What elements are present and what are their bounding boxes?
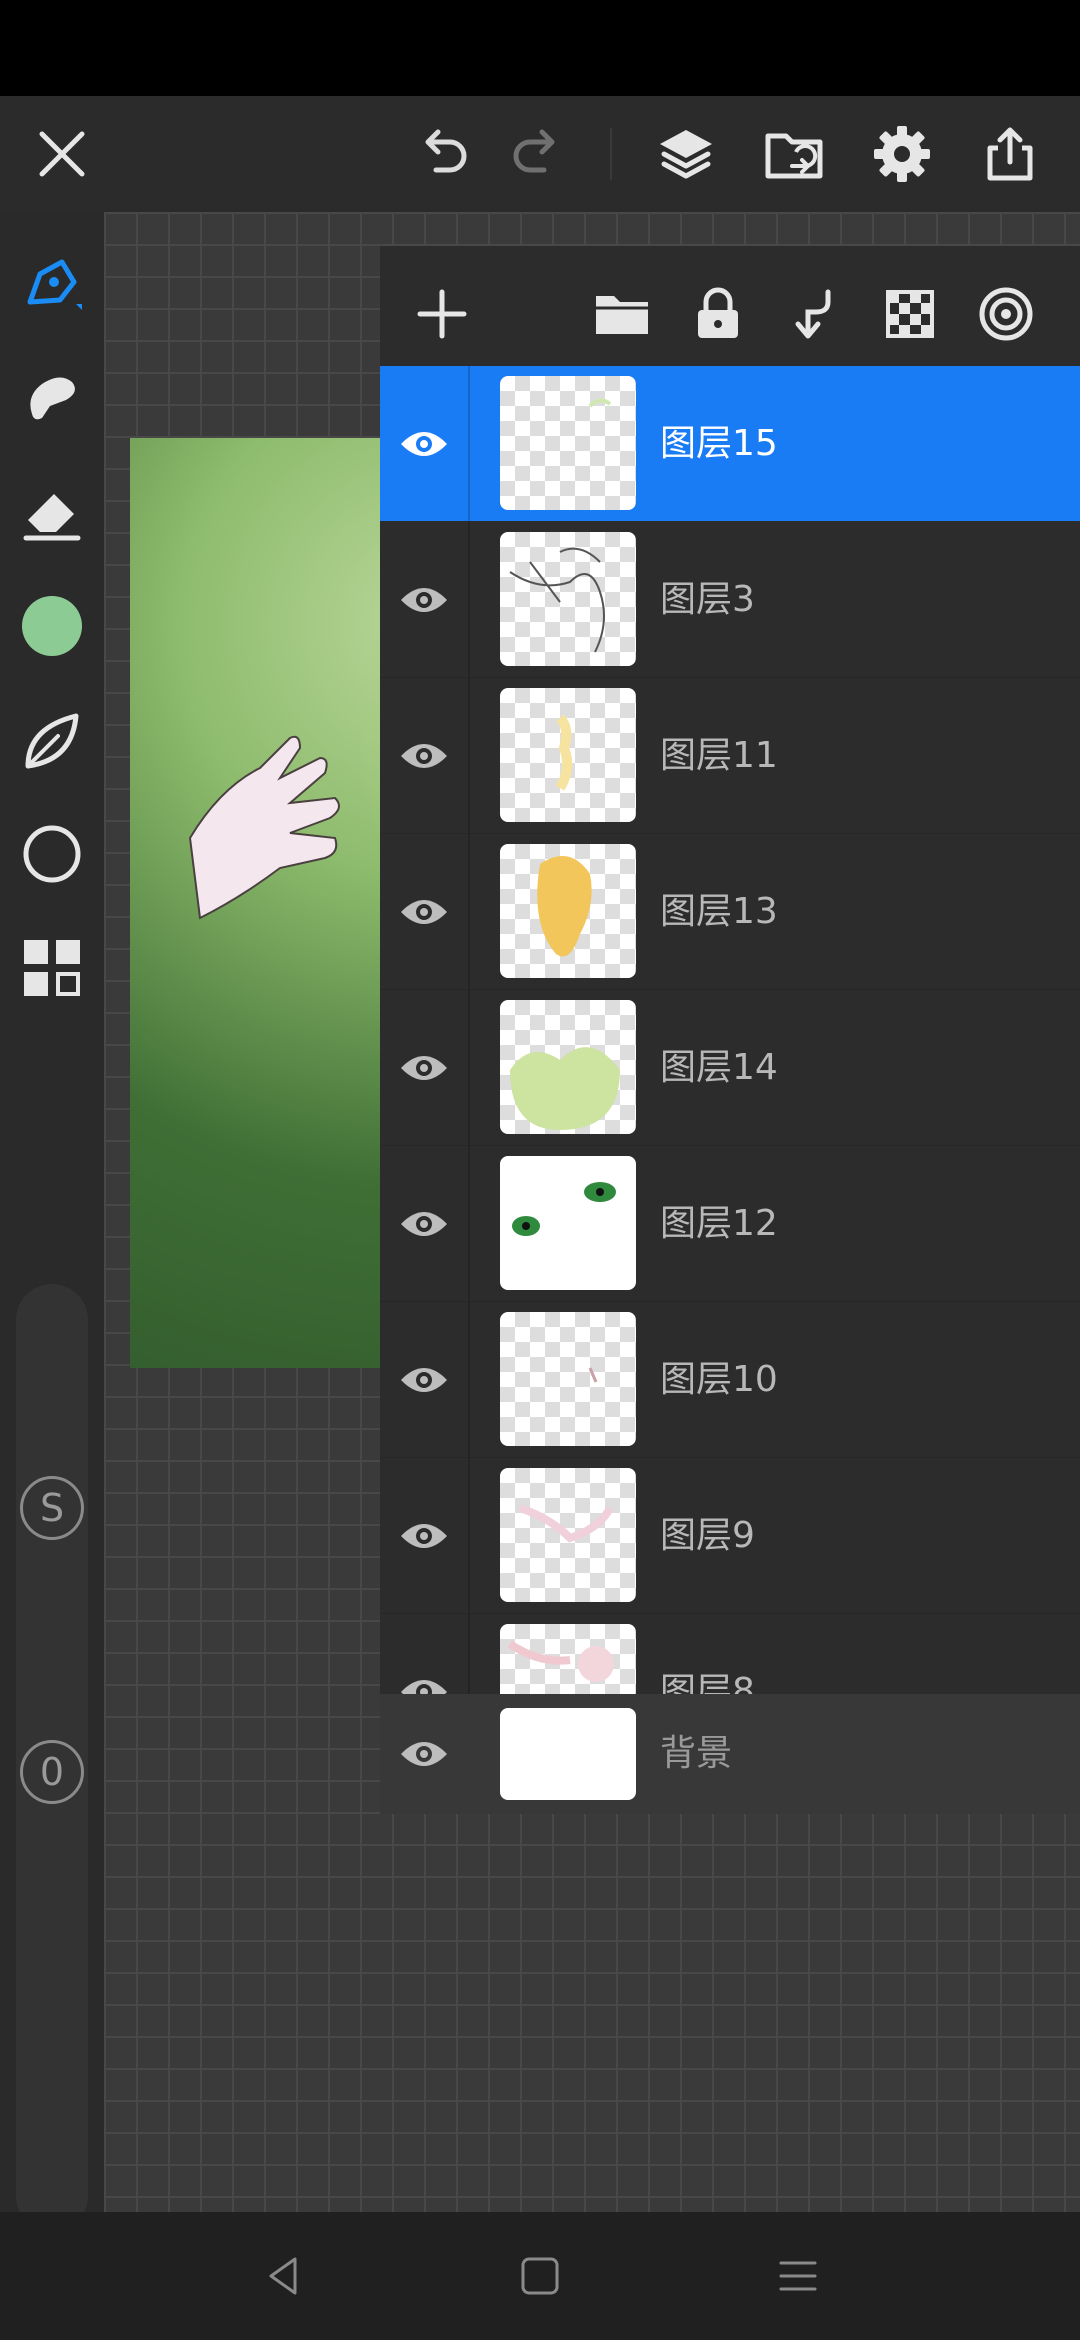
folder-icon[interactable] <box>584 276 660 352</box>
gallery-icon[interactable] <box>12 928 92 1008</box>
layer-name: 图层3 <box>660 579 755 620</box>
layer-row[interactable]: 图层3 <box>380 522 1080 678</box>
background-layer-row[interactable]: 背景 <box>380 1694 1080 1814</box>
layer-list[interactable]: 图层15 图层3 图层11 图层13 图层14 图层12 图层10 图层9 图层… <box>380 366 1080 1694</box>
home-icon[interactable] <box>510 2246 570 2306</box>
layer-name: 图层14 <box>660 1047 778 1088</box>
visibility-eye-icon[interactable] <box>380 834 470 989</box>
color-swatch[interactable] <box>12 586 92 666</box>
layer-panel: 图层15 图层3 图层11 图层13 图层14 图层12 图层10 图层9 图层… <box>380 246 1080 1814</box>
top-toolbar <box>0 96 1080 212</box>
lock-icon[interactable] <box>680 276 756 352</box>
background-layer-name: 背景 <box>660 1733 733 1774</box>
size-slider-knob[interactable]: S <box>20 1476 84 1540</box>
background-thumbnail <box>500 1708 636 1800</box>
visibility-eye-icon[interactable] <box>380 1614 470 1694</box>
settings-icon[interactable] <box>864 116 940 192</box>
layer-thumbnail <box>500 376 636 510</box>
redo-icon[interactable] <box>500 116 576 192</box>
layer-thumbnail <box>500 532 636 666</box>
brush-icon[interactable] <box>12 244 92 324</box>
layer-thumbnail <box>500 1312 636 1446</box>
layer-name: 图层13 <box>660 891 778 932</box>
shape-icon[interactable] <box>12 814 92 894</box>
layer-thumbnail <box>500 1000 636 1134</box>
add-layer-icon[interactable] <box>404 276 480 352</box>
layer-row[interactable]: 图层10 <box>380 1302 1080 1458</box>
smudge-icon[interactable] <box>12 358 92 438</box>
eraser-icon[interactable] <box>12 472 92 552</box>
layer-row[interactable]: 图层9 <box>380 1458 1080 1614</box>
visibility-eye-icon[interactable] <box>380 1458 470 1613</box>
layers-icon[interactable] <box>648 116 724 192</box>
import-icon[interactable] <box>756 116 832 192</box>
layer-row[interactable]: 图层11 <box>380 678 1080 834</box>
close-icon[interactable] <box>24 116 100 192</box>
visibility-eye-icon[interactable] <box>380 522 470 677</box>
transparency-icon[interactable] <box>872 276 948 352</box>
status-bar <box>0 0 1080 96</box>
leaf-brush-icon[interactable] <box>12 700 92 780</box>
layer-name: 图层11 <box>660 735 778 776</box>
layer-name: 图层8 <box>660 1671 755 1694</box>
layer-thumbnail <box>500 688 636 822</box>
navigation-bar <box>0 2212 1080 2340</box>
layer-name: 图层15 <box>660 423 778 464</box>
left-toolbar: S 0 <box>0 212 104 2232</box>
menu-icon[interactable] <box>768 2246 828 2306</box>
merge-down-icon[interactable] <box>776 276 852 352</box>
opacity-slider-knob[interactable]: 0 <box>20 1740 84 1804</box>
share-icon[interactable] <box>972 116 1048 192</box>
visibility-eye-icon[interactable] <box>380 678 470 833</box>
visibility-eye-icon[interactable] <box>380 366 470 521</box>
layer-row[interactable]: 图层8 <box>380 1614 1080 1694</box>
layer-row[interactable]: 图层15 <box>380 366 1080 521</box>
layer-name: 图层9 <box>660 1515 755 1556</box>
layer-row[interactable]: 图层12 <box>380 1146 1080 1302</box>
layer-name: 图层10 <box>660 1359 778 1400</box>
layer-name: 图层12 <box>660 1203 778 1244</box>
layer-thumbnail <box>500 1624 636 1694</box>
layer-thumbnail <box>500 1468 636 1602</box>
visibility-eye-icon[interactable] <box>380 1694 468 1814</box>
layer-row[interactable]: 图层14 <box>380 990 1080 1146</box>
toolbar-divider <box>610 128 612 180</box>
undo-icon[interactable] <box>404 116 480 192</box>
layer-thumbnail <box>500 844 636 978</box>
layer-mode-icon[interactable] <box>968 276 1044 352</box>
visibility-eye-icon[interactable] <box>380 990 470 1145</box>
visibility-eye-icon[interactable] <box>380 1146 470 1301</box>
back-icon[interactable] <box>254 2246 314 2306</box>
artwork-hand <box>188 735 340 920</box>
layer-thumbnail <box>500 1156 636 1290</box>
visibility-eye-icon[interactable] <box>380 1302 470 1457</box>
layer-row[interactable]: 图层13 <box>380 834 1080 990</box>
